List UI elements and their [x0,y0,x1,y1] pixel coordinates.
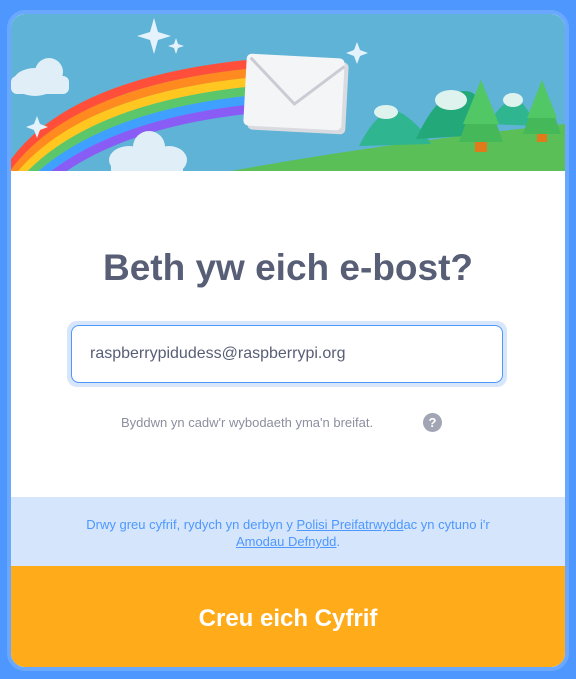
rainbow-envelope-illustration [11,14,565,171]
form-section: Beth yw eich e-bost? Byddwn yn cadw'r wy… [11,171,565,497]
header-illustration [11,14,565,171]
terms-suffix: . [336,534,341,549]
terms-notice: Drwy greu cyfrif, rydych yn derbyn y Pol… [11,497,565,566]
question-mark-icon[interactable]: ? [423,413,442,432]
terms-prefix: Drwy greu cyfrif, rydych yn derbyn y [86,517,297,532]
create-account-button[interactable]: Creu eich Cyfrif [11,566,565,667]
privacy-note: Byddwn yn cadw'r wybodaeth yma'n breifat… [121,415,374,430]
page-title: Beth yw eich e-bost? [102,247,474,288]
signup-email-dialog: Beth yw eich e-bost? Byddwn yn cadw'r wy… [7,10,569,671]
email-field-focus-ring [67,321,507,387]
privacy-policy-link[interactable]: Polisi Preifatrwydd [297,517,404,532]
email-field[interactable] [71,325,503,383]
terms-of-use-link[interactable]: Amodau Defnydd [236,534,336,549]
terms-middle: ac yn cytuno i'r [403,517,490,532]
